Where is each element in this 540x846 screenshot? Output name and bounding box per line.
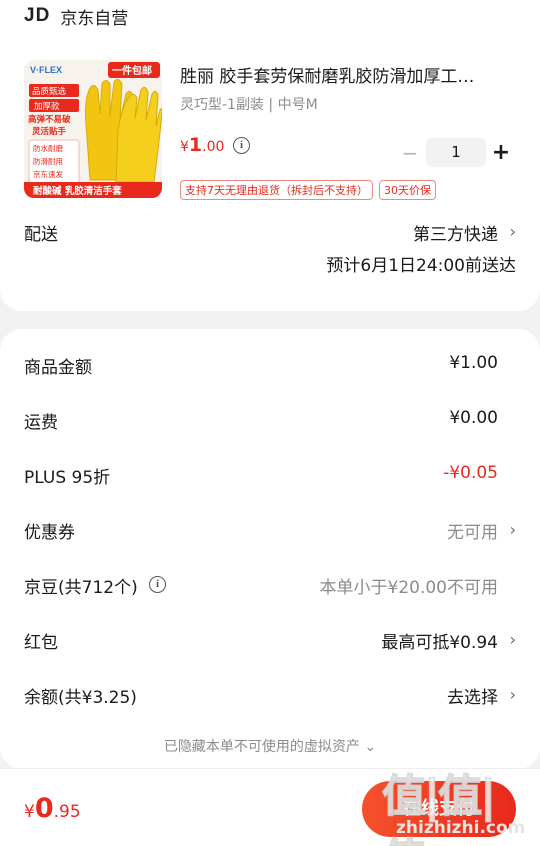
image-tag-2: 加厚款 xyxy=(34,101,60,112)
hidden-assets-label: 已隐藏本单不可使用的虚拟资产 xyxy=(163,739,360,755)
chevron-right-icon[interactable]: › xyxy=(510,222,516,241)
summary-value: ¥0.00 xyxy=(449,408,498,428)
price-decimal: .00 xyxy=(202,139,225,155)
image-banner: 耐酸碱 乳胶清洁手套 xyxy=(33,185,122,197)
price-currency: ¥ xyxy=(180,139,189,155)
quantity-stepper: − 1 + xyxy=(398,138,516,167)
image-tag-4: 灵活贴手 xyxy=(32,126,67,137)
delivery-eta: 预计6月1日24:00前送达 xyxy=(326,256,516,276)
store-name: 京东自营 xyxy=(60,8,129,29)
hidden-assets-toggle[interactable]: 已隐藏本单不可使用的虚拟资产 ⌄ xyxy=(0,736,540,756)
product-title[interactable]: 胜丽 胶手套劳保耐磨乳胶防滑加厚工… xyxy=(180,62,510,87)
summary-label: 优惠券 xyxy=(24,523,75,543)
quantity-input[interactable]: 1 xyxy=(426,138,486,167)
return-policy-tag: 支持7天无理由退货（拆封后不支持） xyxy=(180,180,373,200)
watermark-url: zhizhizhi.com xyxy=(396,818,526,838)
summary-value: 本单小于¥20.00不可用 xyxy=(319,578,498,598)
delivery-label: 配送 xyxy=(24,225,58,245)
badge-label: 一件包邮 xyxy=(112,64,152,77)
chevron-right-icon[interactable]: › xyxy=(510,685,516,704)
product-price: ¥1.00 xyxy=(180,134,224,156)
jd-logo: JD xyxy=(24,5,51,26)
total-amount: ¥0.95 xyxy=(24,793,81,824)
summary-label: 运费 xyxy=(24,413,58,433)
image-feature-3: 京东速发 xyxy=(33,169,63,179)
watermark: 值|值|值 zhizhizhi.com xyxy=(381,760,532,846)
summary-value: 无可用 xyxy=(447,523,498,543)
summary-value: -¥0.05 xyxy=(443,463,498,483)
info-icon[interactable]: i xyxy=(149,576,166,593)
chevron-down-icon: ⌄ xyxy=(364,739,377,755)
image-tag-1: 品质甄选 xyxy=(32,86,67,97)
summary-label: 京豆(共712个) xyxy=(24,578,138,598)
summary-label: 余额(共¥3.25) xyxy=(24,688,137,708)
summary-value: 最高可抵¥0.94 xyxy=(381,633,498,653)
chevron-right-icon[interactable]: › xyxy=(510,520,516,539)
delivery-method[interactable]: 第三方快递 xyxy=(413,220,498,245)
chevron-right-icon[interactable]: › xyxy=(510,630,516,649)
total-currency: ¥ xyxy=(24,802,35,822)
total-integer: 0 xyxy=(34,793,54,824)
total-decimal: .95 xyxy=(53,802,81,822)
increase-button[interactable]: + xyxy=(486,140,516,165)
store-header[interactable]: JD 京东自营 xyxy=(24,4,129,29)
summary-value: ¥1.00 xyxy=(449,353,498,373)
price-integer: 1 xyxy=(188,134,203,156)
service-tags: 支持7天无理由退货（拆封后不支持） 30天价保 xyxy=(180,180,436,200)
summary-label: 红包 xyxy=(24,633,58,653)
product-spec[interactable]: 灵巧型-1副装 | 中号M xyxy=(180,94,318,114)
brand-label: V·FLEX xyxy=(30,65,62,75)
decrease-button[interactable]: − xyxy=(398,141,422,165)
image-feature-1: 防水耐磨 xyxy=(33,143,63,153)
price-protect-tag: 30天价保 xyxy=(379,180,436,200)
order-card: JD 京东自营 V·FLEX 一件包邮 品质甄选 加厚款 高弹不易破 灵活贴手 … xyxy=(0,0,540,311)
image-feature-2: 防滑耐用 xyxy=(33,156,63,166)
price-info-icon[interactable]: i xyxy=(233,137,250,154)
summary-value: 去选择 xyxy=(447,688,498,708)
summary-label: 商品金额 xyxy=(24,358,92,378)
image-tag-3: 高弹不易破 xyxy=(28,114,71,125)
product-thumbnail[interactable]: V·FLEX 一件包邮 品质甄选 加厚款 高弹不易破 灵活贴手 防水耐磨 防滑耐… xyxy=(24,60,162,198)
summary-label: PLUS 95折 xyxy=(24,468,111,488)
